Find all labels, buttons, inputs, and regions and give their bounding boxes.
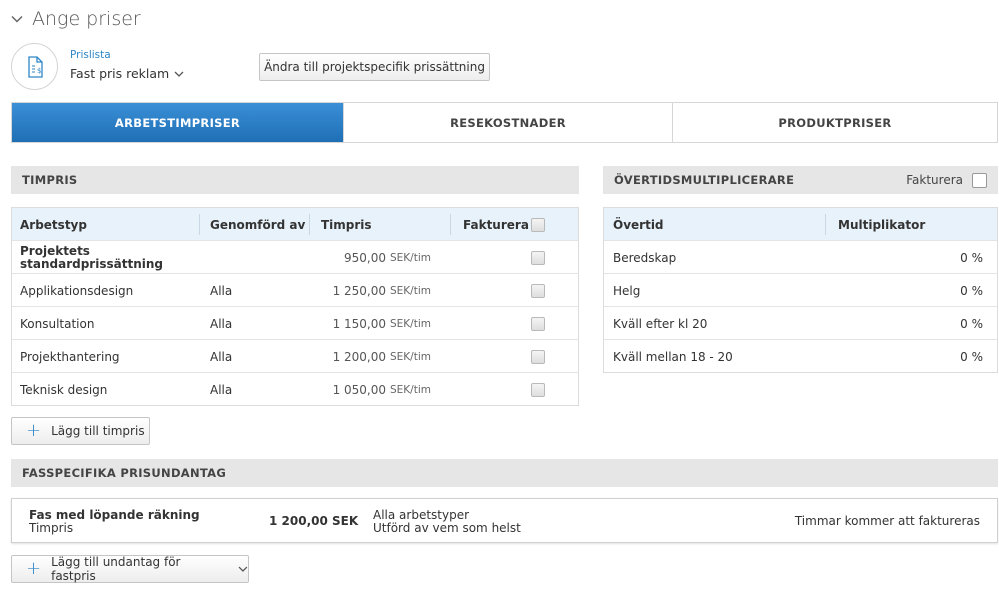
- col-rate: Timpris: [321, 217, 372, 232]
- table-row: Applikationsdesign Alla 1 250,00 SEK/tim: [12, 273, 578, 306]
- table-row: Beredskap 0 %: [604, 240, 997, 273]
- row-overtime-name: Beredskap: [613, 250, 677, 265]
- row-rate: 1 200,00: [332, 349, 386, 364]
- row-overtime-name: Kväll mellan 18 - 20: [613, 349, 733, 364]
- row-multiplier: 0 %: [960, 250, 983, 265]
- plus-icon: +: [26, 420, 42, 441]
- pricing-tabs: ARBETSTIMPRISER RESEKOSTNADER PRODUKTPRI…: [11, 102, 998, 143]
- exception-name: Fas med löpande räkning: [29, 508, 200, 522]
- row-unit: SEK/tim: [390, 317, 431, 330]
- row-multiplier: 0 %: [960, 349, 983, 364]
- row-unit: SEK/tim: [390, 350, 431, 363]
- table-row: Kväll efter kl 20 0 %: [604, 306, 997, 339]
- row-rate: 1 150,00: [332, 316, 386, 331]
- row-invoice-cell: [531, 307, 545, 340]
- phase-exceptions-header: FASSPECIFIKA PRISUNDANTAG: [11, 459, 998, 487]
- row-worktype: Applikationsdesign: [20, 283, 134, 298]
- tab-arbetstimpriser[interactable]: ARBETSTIMPRISER: [12, 103, 343, 142]
- table-row: Projekthantering Alla 1 200,00 SEK/tim: [12, 339, 578, 372]
- row-performed-by: Alla: [210, 283, 233, 298]
- table-row: Konsultation Alla 1 150,00 SEK/tim: [12, 306, 578, 339]
- pricelist-label: Prislista: [70, 49, 111, 61]
- col-overtime: Övertid: [613, 217, 664, 232]
- overtime-invoice-label: Fakturera: [906, 173, 963, 187]
- overtime-invoice-checkbox[interactable]: [972, 172, 987, 188]
- row-worktype: Konsultation: [20, 316, 95, 331]
- exception-scope-performer: Utförd av vem som helst: [373, 521, 521, 535]
- row-invoice-checkbox[interactable]: [531, 349, 545, 364]
- row-performed-by: Alla: [210, 316, 233, 331]
- row-worktype: Teknisk design: [20, 382, 108, 397]
- row-invoice-cell: [531, 373, 545, 406]
- svg-text:$: $: [37, 67, 41, 75]
- row-invoice-checkbox[interactable]: [531, 283, 545, 298]
- invoice-all-cell: [531, 208, 545, 241]
- chevron-down-icon: [238, 566, 248, 572]
- pricelist-dropdown[interactable]: Fast pris reklam: [70, 66, 184, 81]
- pricelist-avatar: $: [11, 43, 58, 90]
- invoice-all-checkbox[interactable]: [531, 217, 545, 232]
- col-invoice: Fakturera: [463, 217, 529, 232]
- col-worktype: Arbetstyp: [20, 217, 87, 232]
- row-performed-by: Alla: [210, 349, 233, 364]
- row-invoice-checkbox[interactable]: [531, 382, 545, 397]
- exception-scope-worktypes: Alla arbetstyper: [373, 508, 470, 522]
- row-unit: SEK/tim: [390, 284, 431, 297]
- row-invoice-cell: [531, 340, 545, 373]
- row-invoice-cell: [531, 241, 545, 274]
- price-document-icon: $: [27, 55, 43, 78]
- overtime-invoice-toggle[interactable]: Fakturera: [906, 172, 987, 188]
- add-fixed-price-exception-button[interactable]: + Lägg till undantag för fastpris: [11, 555, 249, 583]
- row-invoice-cell: [531, 274, 545, 307]
- exception-status: Timmar kommer att faktureras: [794, 514, 980, 528]
- table-row: Helg 0 %: [604, 273, 997, 306]
- row-multiplier: 0 %: [960, 316, 983, 331]
- row-unit: SEK/tim: [390, 251, 431, 264]
- add-hourly-rate-button[interactable]: + Lägg till timpris: [11, 417, 150, 445]
- table-header: Övertid Multiplikator: [604, 207, 997, 240]
- add-hourly-rate-label: Lägg till timpris: [51, 424, 145, 438]
- tab-resekostnader[interactable]: RESEKOSTNADER: [343, 103, 672, 142]
- row-unit: SEK/tim: [390, 383, 431, 396]
- table-row: Teknisk design Alla 1 050,00 SEK/tim: [12, 372, 578, 405]
- col-performed-by: Genomförd av: [210, 217, 306, 232]
- row-rate: 950,00: [344, 250, 386, 265]
- table-row: Projektets standardprissättning 950,00 S…: [12, 240, 578, 273]
- section-header[interactable]: Ange priser: [10, 6, 141, 32]
- hourly-rates-table: Arbetstyp Genomförd av Timpris Fakturera…: [11, 207, 579, 406]
- phase-exception-item[interactable]: Fas med löpande räkning Timpris 1 200,00…: [11, 498, 998, 543]
- hourly-section-title: TIMPRIS: [22, 173, 78, 187]
- phase-exceptions-title: FASSPECIFIKA PRISUNDANTAG: [22, 466, 227, 480]
- plus-icon: +: [26, 558, 42, 579]
- overtime-section-title: ÖVERTIDSMULTIPLICERARE: [614, 173, 795, 187]
- row-invoice-checkbox[interactable]: [531, 250, 545, 265]
- row-rate: 1 250,00: [332, 283, 386, 298]
- page-title: Ange priser: [32, 8, 141, 30]
- add-exception-label: Lägg till undantag för fastpris: [51, 555, 181, 583]
- row-worktype: Projektets standardprissättning: [20, 243, 163, 271]
- table-row: Kväll mellan 18 - 20 0 %: [604, 339, 997, 372]
- row-overtime-name: Helg: [613, 283, 641, 298]
- row-multiplier: 0 %: [960, 283, 983, 298]
- table-header: Arbetstyp Genomförd av Timpris Fakturera: [12, 207, 578, 240]
- exception-amount: 1 200,00 SEK: [269, 514, 359, 528]
- overtime-section-header: ÖVERTIDSMULTIPLICERARE Fakturera: [603, 166, 998, 194]
- pricelist-value: Fast pris reklam: [70, 66, 170, 81]
- chevron-down-icon: [174, 71, 184, 77]
- row-worktype: Projekthantering: [20, 349, 120, 364]
- row-performed-by: Alla: [210, 382, 233, 397]
- row-overtime-name: Kväll efter kl 20: [613, 316, 708, 331]
- hourly-section-header: TIMPRIS: [11, 166, 579, 194]
- change-to-project-pricing-button[interactable]: Ändra till projektspecifik prissättning: [259, 53, 490, 81]
- chevron-down-icon[interactable]: [10, 12, 24, 26]
- row-invoice-checkbox[interactable]: [531, 316, 545, 331]
- overtime-table: Övertid Multiplikator Beredskap 0 % Helg…: [603, 207, 998, 373]
- exception-type: Timpris: [29, 521, 74, 535]
- row-rate: 1 050,00: [332, 382, 386, 397]
- tab-produktpriser[interactable]: PRODUKTPRISER: [672, 103, 997, 142]
- col-multiplier: Multiplikator: [838, 217, 926, 232]
